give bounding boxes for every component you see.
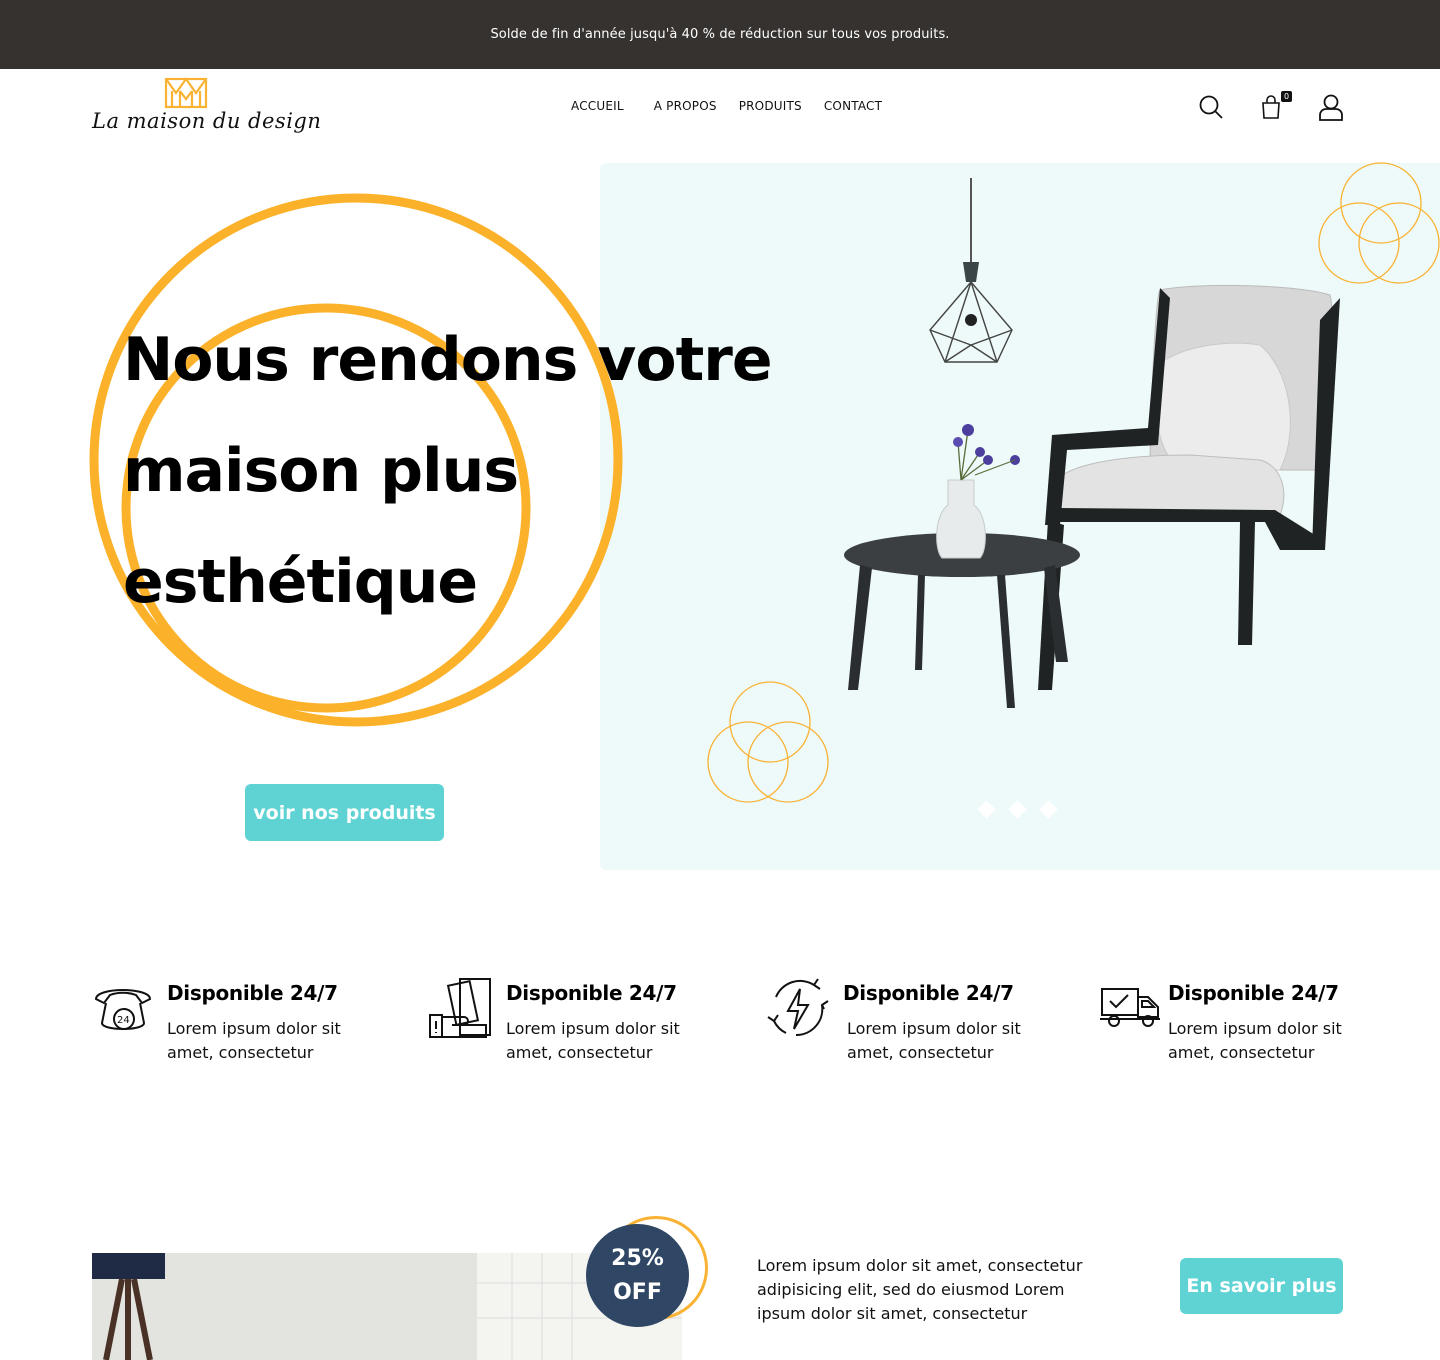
site-header: La maison du design ACCUEIL A PROPOS PRO… [0, 69, 1440, 149]
main-nav: ACCUEIL A PROPOS PRODUITS CONTACT [560, 99, 904, 113]
nav-item-contact[interactable]: CONTACT [824, 99, 882, 113]
discount-percent: 25% [611, 1245, 664, 1271]
nav-item-a-propos[interactable]: A PROPOS [654, 99, 717, 113]
feature-item: Disponible 24/7 Lorem ipsum dolor sit am… [428, 975, 728, 1075]
discount-badge: 25% OFF [586, 1224, 689, 1327]
feature-text: Lorem ipsum dolor sit amet, consectetur [847, 1019, 1021, 1062]
feature-text: Lorem ipsum dolor sit amet, consectetur [167, 1019, 341, 1062]
learn-more-button[interactable]: En savoir plus [1180, 1258, 1343, 1314]
view-products-button[interactable]: voir nos produits [245, 784, 444, 841]
promo-text: Lorem ipsum dolor sit amet, consectetur … [757, 1256, 1083, 1323]
decorative-rings-bottom [707, 681, 829, 803]
feature-item: 24 Disponible 24/7 Lorem ipsum dolor sit… [92, 975, 392, 1075]
feature-item: Disponible 24/7 Lorem ipsum dolor sit am… [766, 975, 1066, 1075]
brand-name: La maison du design [92, 109, 322, 133]
pendant-lamp-icon [929, 178, 1013, 363]
slider-dot-1[interactable] [977, 800, 996, 819]
armchair-icon [1038, 284, 1340, 690]
svg-text:24: 24 [117, 1015, 130, 1026]
discount-off: OFF [613, 1279, 662, 1305]
furniture-illustration [844, 178, 1340, 708]
feature-title: Disponible 24/7 [506, 981, 677, 1005]
feature-title: Disponible 24/7 [167, 981, 338, 1005]
features-row: 24 Disponible 24/7 Lorem ipsum dolor sit… [92, 975, 1352, 1075]
feature-title: Disponible 24/7 [843, 981, 1014, 1005]
nav-item-accueil[interactable]: ACCUEIL [571, 99, 624, 113]
announcement-bar: Solde de fin d'année jusqu'à 40 % de réd… [0, 0, 1440, 69]
money-hand-icon [429, 978, 491, 1038]
cart-count-badge: 0 [1281, 91, 1292, 102]
user-icon [1319, 94, 1343, 121]
delivery-truck-icon [1100, 988, 1160, 1027]
slider-dots [977, 800, 1058, 819]
brand-logo[interactable]: La maison du design [92, 77, 321, 139]
hero-title: Nous rendons votre maison plus esthétiqu… [123, 325, 773, 617]
feature-title: Disponible 24/7 [1168, 981, 1339, 1005]
announcement-text: Solde de fin d'année jusqu'à 40 % de réd… [490, 27, 950, 42]
lightning-refresh-icon [767, 978, 829, 1037]
feature-item: Disponible 24/7 Lorem ipsum dolor sit am… [1098, 975, 1398, 1075]
slider-dot-2[interactable] [1008, 800, 1027, 819]
feature-text: Lorem ipsum dolor sit amet, consectetur [1168, 1019, 1342, 1062]
search-button[interactable] [1197, 93, 1225, 121]
nav-item-produits[interactable]: PRODUITS [739, 99, 802, 113]
phone-24-icon: 24 [94, 989, 152, 1030]
cart-button[interactable]: 0 [1258, 91, 1292, 121]
search-icon [1199, 95, 1223, 119]
account-button[interactable] [1317, 93, 1345, 121]
m-monogram-logo [164, 77, 208, 109]
feature-text: Lorem ipsum dolor sit amet, consectetur [506, 1019, 680, 1062]
slider-dot-3[interactable] [1039, 800, 1058, 819]
